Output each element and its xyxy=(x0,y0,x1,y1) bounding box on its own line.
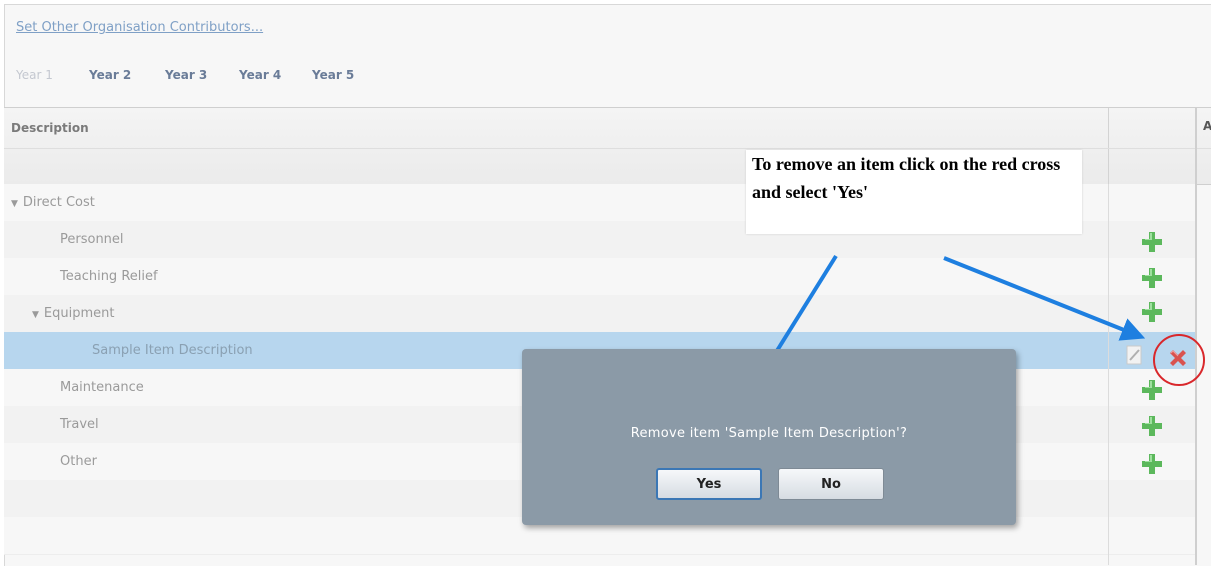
row-label: Travel xyxy=(60,417,99,432)
column-header-description[interactable]: Description xyxy=(11,121,89,135)
annotation-callout: To remove an item click on the red cross… xyxy=(746,150,1082,234)
header-subrow-divider xyxy=(4,148,1211,149)
edit-icon[interactable] xyxy=(1126,344,1144,366)
column-header-cut-off[interactable]: A xyxy=(1203,119,1211,133)
add-icon[interactable] xyxy=(1140,452,1164,476)
add-icon[interactable] xyxy=(1140,378,1164,402)
tab-year-1[interactable]: Year 1 xyxy=(16,68,53,82)
add-icon[interactable] xyxy=(1140,266,1164,290)
annotation-text: To remove an item click on the red cross… xyxy=(752,154,1061,202)
add-icon[interactable] xyxy=(1140,230,1164,254)
right-column-divider xyxy=(1195,107,1197,565)
column-divider[interactable] xyxy=(1108,108,1109,184)
tab-year-5[interactable]: Year 5 xyxy=(312,68,354,82)
collapse-arrow-icon[interactable]: ▼ xyxy=(32,310,39,320)
annotation-highlight-circle xyxy=(1153,334,1205,386)
tab-year-3[interactable]: Year 3 xyxy=(165,68,207,82)
no-button[interactable]: No xyxy=(778,468,884,500)
add-icon[interactable] xyxy=(1140,414,1164,438)
tab-year-2[interactable]: Year 2 xyxy=(89,68,131,82)
confirm-remove-dialog: Remove item 'Sample Item Description'? Y… xyxy=(522,349,1016,525)
add-icon[interactable] xyxy=(1140,300,1164,324)
tree-row-teaching-relief[interactable]: Teaching Relief xyxy=(4,258,1195,296)
row-label: Other xyxy=(60,454,97,469)
row-label: Personnel xyxy=(60,232,124,247)
row-label: Equipment xyxy=(43,306,115,321)
row-label: Sample Item Description xyxy=(92,343,253,358)
row-label: Maintenance xyxy=(60,380,144,395)
set-org-contributors-link[interactable]: Set Other Organisation Contributors... xyxy=(16,20,263,35)
collapse-arrow-icon[interactable]: ▼ xyxy=(11,199,18,209)
row-label: Direct Cost xyxy=(22,195,95,210)
yes-button[interactable]: Yes xyxy=(656,468,762,500)
tab-year-4[interactable]: Year 4 xyxy=(239,68,281,82)
row-label: Teaching Relief xyxy=(60,269,158,284)
dialog-message: Remove item 'Sample Item Description'? xyxy=(630,426,908,441)
actions-column-divider xyxy=(1108,184,1109,565)
tree-row-equipment[interactable]: ▼ Equipment xyxy=(4,295,1195,333)
